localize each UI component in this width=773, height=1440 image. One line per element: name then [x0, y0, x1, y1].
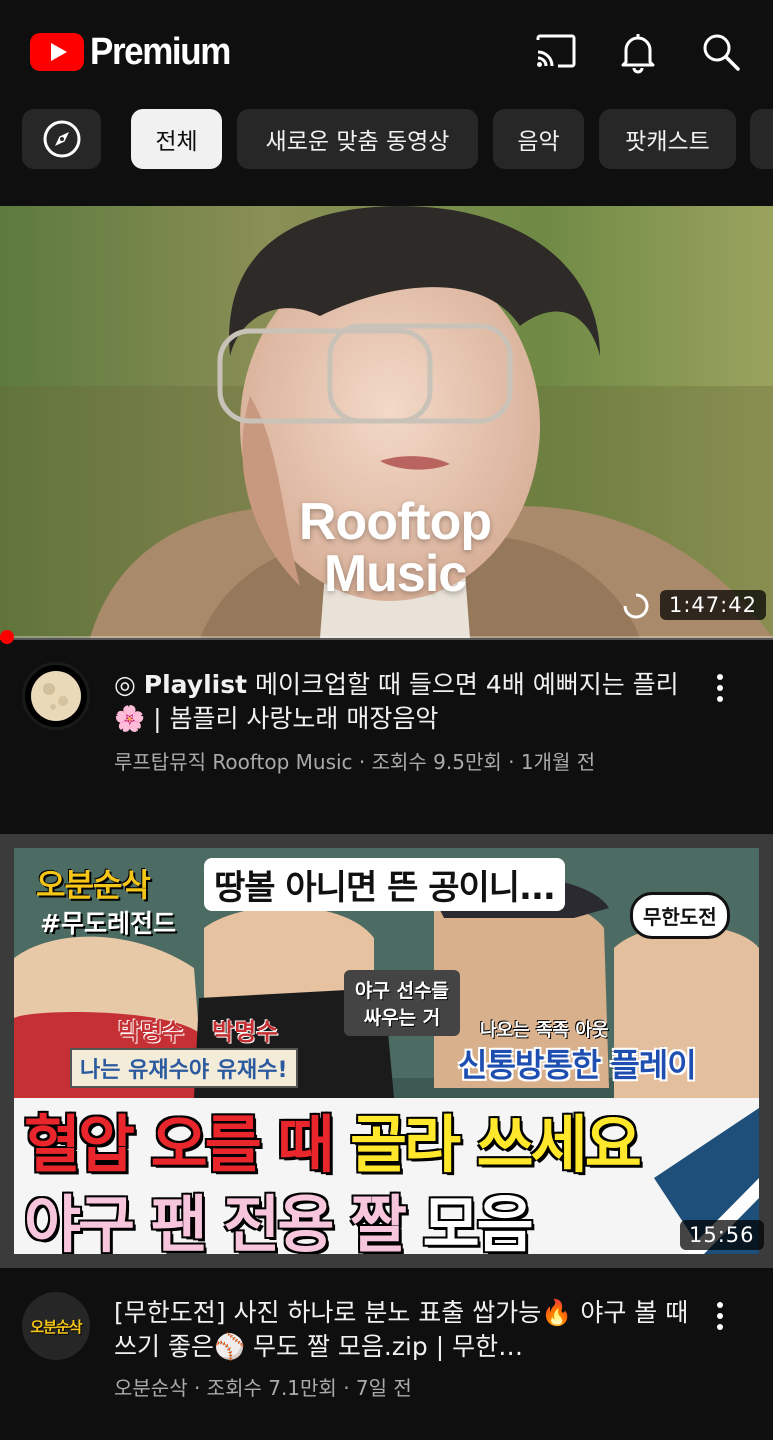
moon-avatar-image — [31, 671, 81, 721]
hashtag-overlay: #무도레전드 — [40, 909, 176, 938]
headline-yellow: 골라 쓰세요 — [349, 1108, 642, 1181]
speech-bubble-overlay: 야구 선수들 싸우는 거 — [344, 970, 460, 1036]
video-info-row[interactable]: 오분순삭 [무한도전] 사진 하나로 분노 표출 쌉가능🔥 야구 볼 때 쓰기 … — [0, 1290, 773, 1410]
dot — [717, 1324, 723, 1330]
headline-red: 혈압 오를 때 — [24, 1108, 334, 1181]
video-thumbnail-rooftop-music[interactable]: Rooftop Music 1:47:42 — [0, 206, 773, 638]
youtube-premium-logo[interactable]: Premium — [30, 30, 242, 73]
badge-overlay: 무한도전 — [630, 892, 730, 939]
caption-overlay: 땅볼 아니면 뜬 공이니... — [204, 858, 565, 911]
dot — [717, 1313, 723, 1319]
dot — [717, 696, 723, 702]
video-duration: 1:47:42 — [660, 590, 766, 620]
dot — [717, 1302, 723, 1308]
explore-chip[interactable] — [22, 109, 101, 169]
dot — [717, 674, 723, 680]
category-chip-bar: 전체 새로운 맞춤 동영상 음악 팟캐스트 — [0, 109, 773, 169]
headline-white: 모음 — [422, 1188, 534, 1254]
headline-line-2: 야구 팬 전용 짤 모음 — [24, 1174, 534, 1254]
thumbnail-title-overlay: Rooftop Music — [265, 496, 525, 600]
name-tag-2: 박명수 — [212, 1018, 279, 1046]
channel-avatar[interactable] — [22, 662, 90, 730]
video-metadata: 루프탑뮤직 Rooftop Music · 조회수 9.5만회 · 1개월 전 — [114, 750, 596, 774]
top-app-bar: Premium — [0, 0, 773, 100]
progress-scrubber-dot[interactable] — [0, 630, 14, 644]
play-caption-overlay: 신통방통한 플레이 — [458, 1046, 697, 1084]
video-info-row[interactable]: ◎ Playlist 메이크업할 때 들으면 4배 예뻐지는 플리🌸 | 봄플리… — [0, 660, 773, 790]
quote-overlay: 나는 유재수야 유재수! — [70, 1048, 298, 1088]
dot — [717, 685, 723, 691]
headline-pink: 야구 팬 전용 짤 — [24, 1188, 407, 1254]
thumb-word-rooftop: Rooftop — [298, 493, 492, 551]
video-thumbnail-muhan-dojeon[interactable]: 오분순삭 #무도레전드 땅볼 아니면 뜬 공이니... 무한도전 박명수 박명수… — [0, 834, 773, 1268]
cast-icon[interactable] — [534, 30, 578, 74]
title-mark: ◎ — [114, 670, 136, 699]
thumb-word-music: Music — [323, 545, 467, 603]
chip-all[interactable]: 전체 — [131, 109, 222, 169]
avatar-logo-text: 오분순삭 — [30, 1317, 82, 1336]
channel-logo-overlay: 오분순삭 — [36, 866, 151, 904]
chip-podcasts[interactable]: 팟캐스트 — [599, 109, 736, 169]
brand-name: Premium — [90, 30, 231, 73]
small-caption-overlay: 나오는 족족 아웃 — [480, 1020, 609, 1041]
title-bold-part: Playlist — [143, 670, 248, 699]
video-duration: 15:56 — [680, 1220, 764, 1250]
video-title[interactable]: [무한도전] 사진 하나로 분노 표출 쌉가능🔥 야구 볼 때 쓰기 좋은⚾ 무… — [114, 1296, 689, 1364]
thumbnail-image: 오분순삭 #무도레전드 땅볼 아니면 뜬 공이니... 무한도전 박명수 박명수… — [14, 848, 759, 1254]
watch-progress-bar — [0, 636, 773, 640]
chip-music[interactable]: 음악 — [493, 109, 584, 169]
more-options-button[interactable] — [706, 1298, 734, 1338]
more-options-button[interactable] — [706, 670, 734, 710]
notifications-bell-icon[interactable] — [616, 30, 660, 74]
headline-line-1: 혈압 오를 때 골라 쓰세요 — [24, 1094, 642, 1184]
search-icon[interactable] — [699, 30, 743, 74]
video-metadata: 오분순삭 · 조회수 7.1만회 · 7일 전 — [114, 1376, 412, 1400]
channel-avatar[interactable]: 오분순삭 — [22, 1292, 90, 1360]
name-tag-1: 박명수 — [118, 1018, 185, 1046]
chip-new-recommended[interactable]: 새로운 맞춤 동영상 — [237, 109, 478, 169]
loading-spinner-icon — [623, 593, 649, 619]
compass-icon — [43, 120, 80, 158]
youtube-play-logo-icon — [30, 33, 84, 71]
chip-next-partial[interactable] — [750, 109, 773, 169]
video-title[interactable]: ◎ Playlist 메이크업할 때 들으면 4배 예뻐지는 플리🌸 | 봄플리… — [114, 668, 689, 736]
